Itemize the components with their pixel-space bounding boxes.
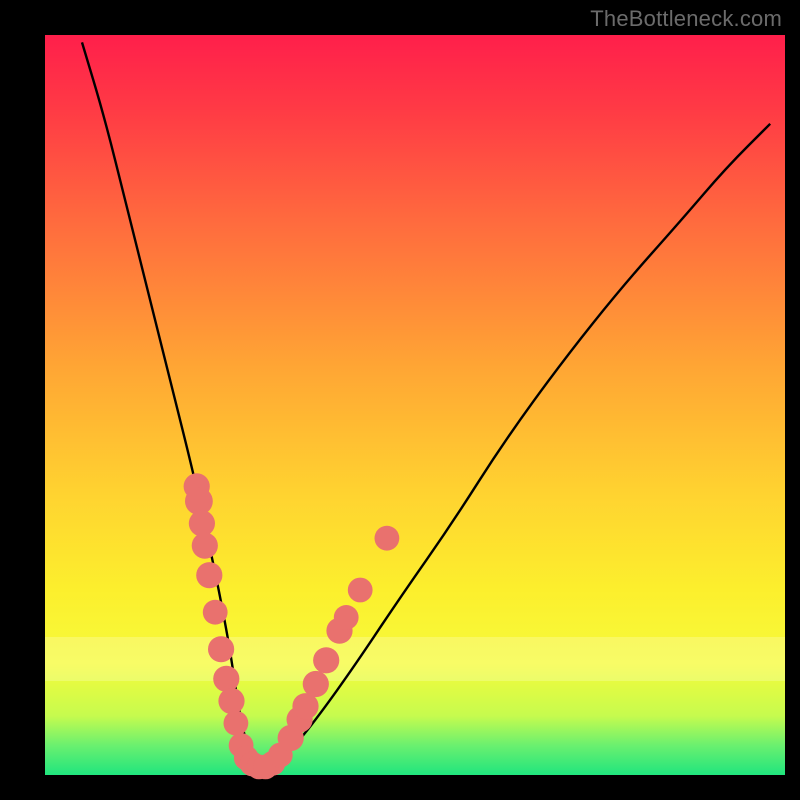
marker-dot [196,562,222,588]
marker-dot [218,688,244,714]
watermark-text: TheBottleneck.com [590,6,782,32]
marker-dot [192,533,218,559]
marker-dot [303,671,329,697]
marker-dot [208,636,234,662]
marker-dot [189,510,215,536]
plot-area [45,35,785,775]
chart-svg [45,35,785,775]
marker-dot [348,578,373,603]
v-curve-path [82,42,770,765]
marker-dot [313,647,339,673]
marker-dot [375,526,400,551]
marker-dot [224,711,249,736]
marker-group [184,473,400,779]
marker-dot [213,666,239,692]
chart-frame: TheBottleneck.com [0,0,800,800]
marker-dot [334,605,359,630]
marker-dot [203,600,228,625]
